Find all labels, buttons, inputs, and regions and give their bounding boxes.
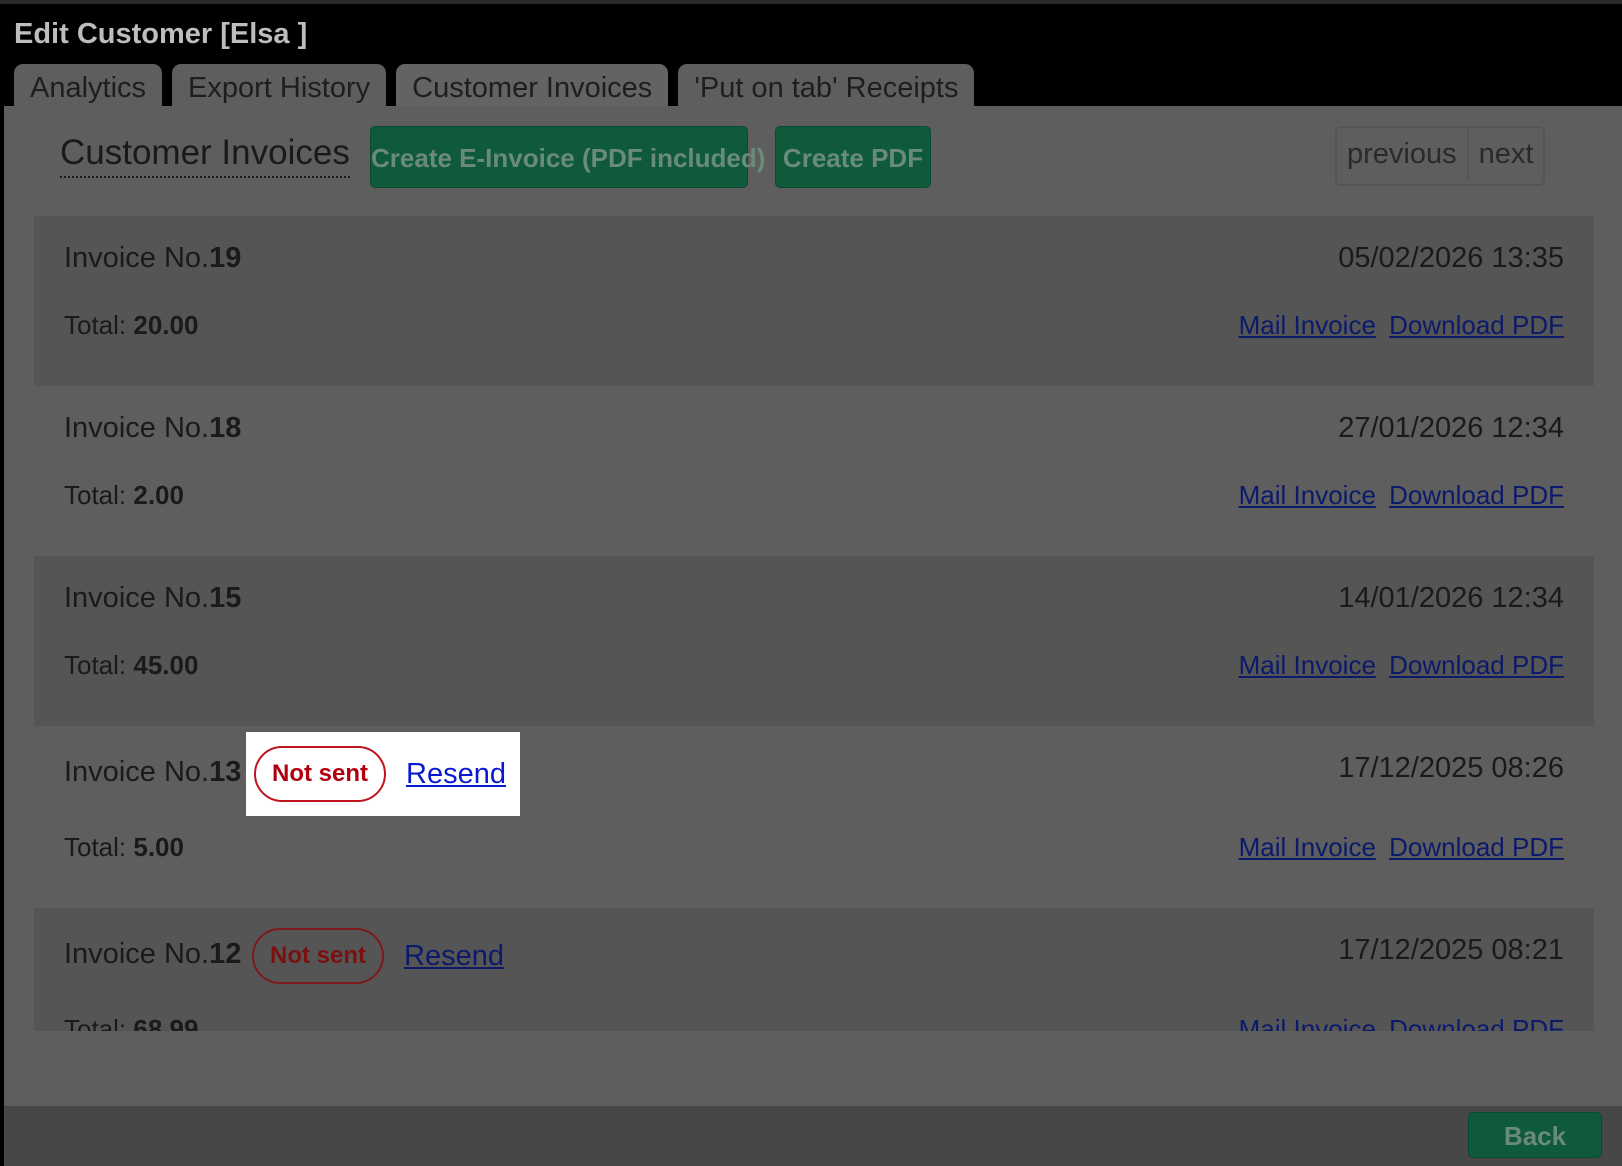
customer-invoices-panel: Customer Invoices Create E-Invoice (PDF … <box>4 106 1622 1106</box>
invoice-actions: Mail Invoice Download PDF <box>1239 832 1564 863</box>
tab-export-history[interactable]: Export History <box>172 64 387 110</box>
previous-button[interactable]: previous <box>1337 128 1467 180</box>
total-value: 68.99 <box>133 1014 199 1031</box>
total-label: Total: <box>64 480 134 510</box>
next-button[interactable]: next <box>1466 128 1544 180</box>
download-pdf-link[interactable]: Download PDF <box>1389 832 1564 862</box>
invoice-total: Total: 45.00 <box>64 650 198 681</box>
not-sent-badge: Not sent <box>252 928 384 984</box>
mail-invoice-link[interactable]: Mail Invoice <box>1239 832 1376 862</box>
invoice-total: Total: 5.00 <box>64 832 184 863</box>
invoice-row: Invoice No.13 Not sent Resend 17/12/2025… <box>34 726 1594 908</box>
total-label: Total: <box>64 1014 134 1031</box>
resend-link[interactable]: Resend <box>404 940 504 973</box>
invoice-total: Total: 2.00 <box>64 480 184 511</box>
invoice-number: 12 <box>209 938 242 970</box>
download-pdf-link[interactable]: Download PDF <box>1389 1014 1564 1031</box>
invoice-date: 05/02/2026 13:35 <box>1338 242 1564 274</box>
window-title: Edit Customer [Elsa ] <box>14 18 308 50</box>
invoice-title: Invoice No.18 <box>64 412 241 445</box>
resend-link[interactable]: Resend <box>406 758 506 791</box>
invoice-row: Invoice No.19 05/02/2026 13:35 Total: 20… <box>34 216 1594 386</box>
invoice-prefix: Invoice No. <box>64 756 210 788</box>
total-value: 2.00 <box>133 480 184 510</box>
invoice-prefix: Invoice No. <box>64 938 210 970</box>
invoice-prefix: Invoice No. <box>64 582 210 614</box>
invoice-total: Total: 20.00 <box>64 310 198 341</box>
download-pdf-link[interactable]: Download PDF <box>1389 310 1564 340</box>
invoice-status: Not sent Resend <box>252 928 504 984</box>
invoice-number: 15 <box>209 582 242 614</box>
invoice-actions: Mail Invoice Download PDF <box>1239 480 1564 511</box>
total-label: Total: <box>64 832 134 862</box>
invoice-title: Invoice No.15 <box>64 582 241 615</box>
invoice-title: Invoice No.19 <box>64 242 241 275</box>
total-value: 5.00 <box>133 832 184 862</box>
invoice-total: Total: 68.99 <box>64 1014 198 1031</box>
section-title: Customer Invoices <box>60 132 350 178</box>
invoice-date: 14/01/2026 12:34 <box>1338 582 1564 614</box>
invoice-date: 27/01/2026 12:34 <box>1338 412 1564 444</box>
tab-put-on-tab-receipts[interactable]: 'Put on tab' Receipts <box>678 64 975 110</box>
mail-invoice-link[interactable]: Mail Invoice <box>1239 650 1376 680</box>
invoice-actions: Mail Invoice Download PDF <box>1239 310 1564 341</box>
mail-invoice-link[interactable]: Mail Invoice <box>1239 310 1376 340</box>
download-pdf-link[interactable]: Download PDF <box>1389 480 1564 510</box>
invoice-date: 17/12/2025 08:26 <box>1338 752 1564 784</box>
invoice-actions: Mail Invoice Download PDF <box>1239 1014 1564 1031</box>
download-pdf-link[interactable]: Download PDF <box>1389 650 1564 680</box>
tab-bar: Analytics Export History Customer Invoic… <box>14 64 975 110</box>
mail-invoice-link[interactable]: Mail Invoice <box>1239 480 1376 510</box>
back-button[interactable]: Back <box>1468 1112 1602 1158</box>
pagination: previous next <box>1335 126 1546 186</box>
mail-invoice-link[interactable]: Mail Invoice <box>1239 1014 1376 1031</box>
invoice-number: 13 <box>209 756 242 788</box>
invoice-date: 17/12/2025 08:21 <box>1338 934 1564 966</box>
create-einvoice-button[interactable]: Create E-Invoice (PDF included) <box>370 126 765 188</box>
invoice-actions: Mail Invoice Download PDF <box>1239 650 1564 681</box>
tab-analytics[interactable]: Analytics <box>14 64 163 110</box>
highlighted-status: Not sent Resend <box>246 732 520 816</box>
total-value: 45.00 <box>133 650 199 680</box>
title-bar: Edit Customer [Elsa ] Analytics Export H… <box>0 0 1622 110</box>
total-label: Total: <box>64 310 134 340</box>
tab-customer-invoices[interactable]: Customer Invoices <box>396 64 669 110</box>
invoice-number: 19 <box>209 242 242 274</box>
create-pdf-button[interactable]: Create PDF <box>775 126 931 188</box>
total-value: 20.00 <box>133 310 199 340</box>
total-label: Total: <box>64 650 134 680</box>
invoice-list: Invoice No.19 05/02/2026 13:35 Total: 20… <box>34 216 1594 1031</box>
invoice-number: 18 <box>209 412 242 444</box>
invoice-prefix: Invoice No. <box>64 412 210 444</box>
invoice-row: Invoice No.15 14/01/2026 12:34 Total: 45… <box>34 556 1594 726</box>
invoice-row: Invoice No.12 Not sent Resend 17/12/2025… <box>34 908 1594 1031</box>
not-sent-badge: Not sent <box>254 746 386 802</box>
invoice-prefix: Invoice No. <box>64 242 210 274</box>
invoice-title: Invoice No.13 <box>64 756 241 789</box>
invoice-row: Invoice No.18 27/01/2026 12:34 Total: 2.… <box>34 386 1594 556</box>
footer-bar: Back <box>4 1106 1622 1166</box>
invoice-title: Invoice No.12 <box>64 938 241 971</box>
